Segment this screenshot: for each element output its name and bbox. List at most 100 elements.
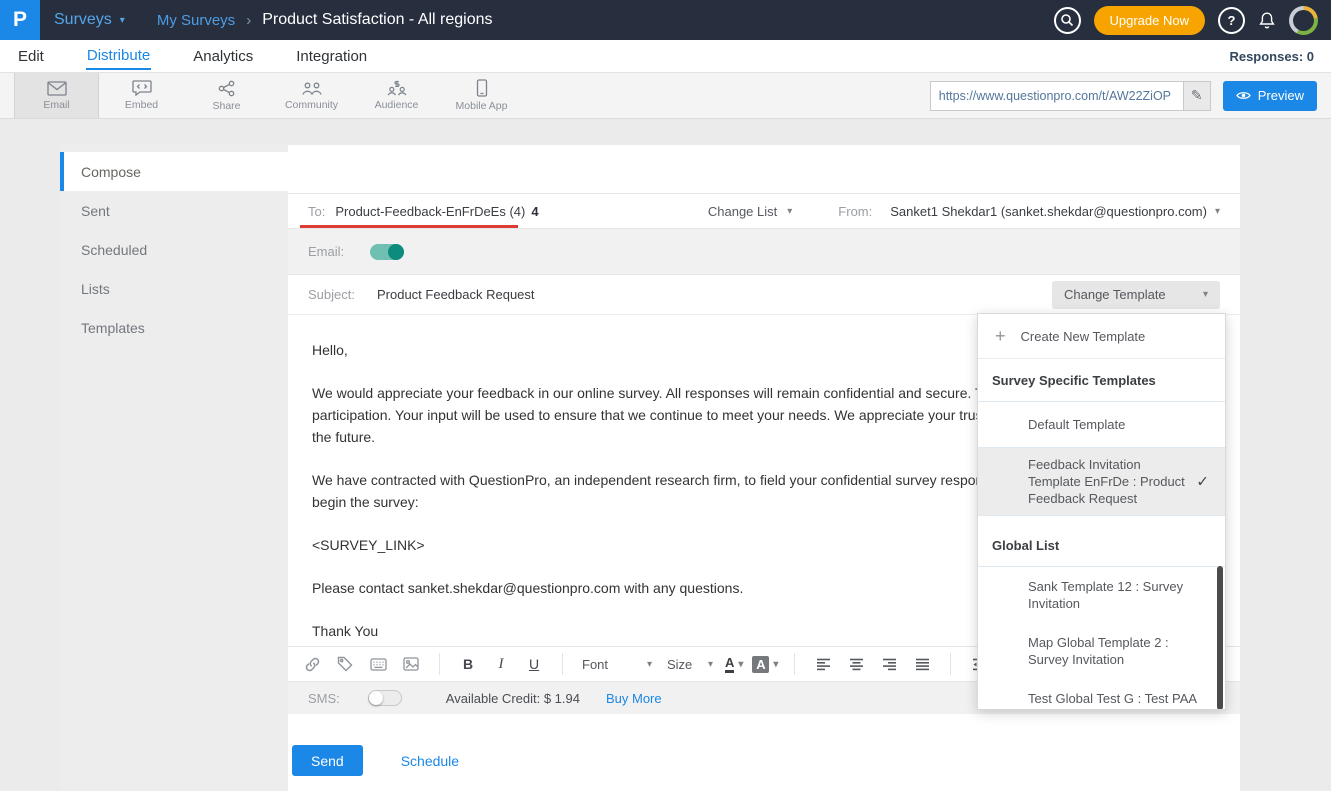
from-label: From: [838, 204, 872, 219]
survey-url-input[interactable] [931, 82, 1183, 110]
bold-button[interactable]: B [456, 651, 480, 677]
distribute-channel-bar: Email Embed Share Community Audience Mob… [0, 73, 1331, 119]
email-toggle[interactable] [370, 244, 404, 260]
channel-community[interactable]: Community [269, 73, 354, 118]
checkmark-icon: ✓ [1196, 473, 1209, 490]
text-color-icon: A [725, 656, 734, 673]
channel-mobile-app[interactable]: Mobile App [439, 73, 524, 118]
align-center-icon [849, 658, 864, 671]
recipients-row-right: Change List ▾ From: Sanket1 Shekdar1 (sa… [708, 204, 1220, 219]
email-label: Email: [308, 244, 344, 259]
channel-email[interactable]: Email [14, 73, 99, 118]
font-family-dropdown[interactable]: Font ▾ [579, 657, 655, 672]
chevron-down-icon: ▾ [787, 206, 792, 217]
template-item-selected[interactable]: Feedback Invitation Template EnFrDe : Pr… [978, 448, 1225, 516]
send-button[interactable]: Send [292, 745, 363, 776]
template-item-global[interactable]: Test Global Test G : Test PAA G [978, 679, 1225, 710]
channel-audience[interactable]: Audience [354, 73, 439, 118]
align-center-button[interactable] [844, 651, 868, 677]
font-size-dropdown[interactable]: Size ▾ [664, 657, 716, 672]
chevron-down-icon: ▾ [120, 15, 125, 26]
change-list-label: Change List [708, 204, 777, 219]
insert-image-button[interactable] [399, 651, 423, 677]
change-template-button[interactable]: Change Template ▾ [1052, 281, 1220, 309]
template-item-global[interactable]: Sank Template 12 : Survey Invitation [978, 567, 1225, 623]
preview-label: Preview [1258, 88, 1304, 103]
survey-link-group: ✎ Preview [930, 73, 1331, 118]
recipient-list-name[interactable]: Product-Feedback-EnFrDeEs (4) [335, 204, 525, 219]
insert-link-button[interactable] [300, 651, 324, 677]
image-icon [403, 657, 419, 671]
email-sidebar: Compose Sent Scheduled Lists Templates [60, 145, 288, 791]
channel-share[interactable]: Share [184, 73, 269, 118]
align-right-button[interactable] [877, 651, 901, 677]
subject-label: Subject: [308, 287, 355, 302]
top-header: P Surveys ▾ My Surveys › Product Satisfa… [0, 0, 1331, 40]
section-global-list: Global List [978, 516, 1225, 567]
sidebar-item-lists[interactable]: Lists [60, 269, 288, 308]
upgrade-now-button[interactable]: Upgrade Now [1094, 6, 1206, 35]
to-underline [300, 225, 518, 228]
breadcrumb-my-surveys[interactable]: My Surveys [157, 12, 235, 29]
change-list-dropdown[interactable]: Change List ▾ [708, 204, 792, 219]
source-code-button[interactable] [366, 651, 390, 677]
align-justify-button[interactable] [910, 651, 934, 677]
sidebar-item-sent[interactable]: Sent [60, 191, 288, 230]
profile-ring-center [1293, 10, 1314, 31]
sidebar-item-compose[interactable]: Compose [60, 152, 288, 191]
schedule-link[interactable]: Schedule [401, 753, 459, 769]
tab-analytics[interactable]: Analytics [192, 43, 254, 69]
sidebar-item-templates[interactable]: Templates [60, 308, 288, 347]
create-new-template-label: Create New Template [1021, 329, 1146, 344]
recipient-count: 4 [531, 204, 538, 219]
product-switcher[interactable]: Surveys ▾ [40, 0, 143, 40]
create-new-template-item[interactable]: + Create New Template [978, 314, 1225, 359]
channel-label: Embed [125, 99, 158, 111]
eye-icon [1236, 90, 1251, 101]
search-button[interactable] [1054, 7, 1081, 34]
selected-template-label: Feedback Invitation Template EnFrDe : Pr… [1028, 457, 1185, 506]
link-icon [304, 656, 321, 673]
notifications-button[interactable] [1258, 11, 1276, 30]
merge-tag-button[interactable] [333, 651, 357, 677]
community-icon [301, 81, 323, 96]
highlight-color-button[interactable]: A ▾ [752, 656, 778, 673]
sidebar-item-scheduled[interactable]: Scheduled [60, 230, 288, 269]
underline-button[interactable]: U [522, 651, 546, 677]
edit-url-button[interactable]: ✎ [1183, 82, 1210, 110]
italic-button[interactable]: I [489, 651, 513, 677]
align-left-icon [816, 658, 831, 671]
chevron-down-icon: ▾ [773, 659, 778, 670]
tab-integration[interactable]: Integration [295, 43, 368, 69]
align-left-button[interactable] [811, 651, 835, 677]
from-dropdown[interactable]: From: Sanket1 Shekdar1 (sanket.shekdar@q… [838, 204, 1220, 219]
template-item-global[interactable]: Map Global Template 2 : Survey Invitatio… [978, 623, 1225, 679]
tag-icon [337, 656, 353, 672]
pencil-icon: ✎ [1191, 87, 1203, 104]
breadcrumb: My Surveys › Product Satisfaction - All … [157, 11, 493, 29]
toolbar-separator [794, 653, 795, 675]
tab-edit[interactable]: Edit [17, 43, 45, 69]
text-color-button[interactable]: A ▾ [725, 656, 743, 673]
channel-embed[interactable]: Embed [99, 73, 184, 118]
profile-button[interactable] [1289, 6, 1318, 35]
preview-button[interactable]: Preview [1223, 81, 1317, 111]
questionpro-logo[interactable]: P [0, 0, 40, 40]
toolbar-separator [439, 653, 440, 675]
from-value: Sanket1 Shekdar1 (sanket.shekdar@questio… [890, 204, 1207, 219]
help-button[interactable]: ? [1218, 7, 1245, 34]
chevron-down-icon: ▾ [647, 659, 652, 670]
sms-toggle[interactable] [368, 690, 402, 706]
chevron-down-icon: ▾ [1203, 289, 1208, 300]
tab-distribute[interactable]: Distribute [86, 42, 151, 70]
subject-value[interactable]: Product Feedback Request [377, 287, 535, 302]
buy-more-link[interactable]: Buy More [606, 691, 662, 706]
subject-row: Subject: Product Feedback Request Change… [288, 275, 1240, 315]
recipients-row: To: Product-Feedback-EnFrDeEs (4) 4 Chan… [288, 193, 1240, 229]
align-right-icon [882, 658, 897, 671]
mobile-app-icon [476, 79, 488, 97]
toolbar-separator [950, 653, 951, 675]
template-item-default[interactable]: Default Template [978, 402, 1225, 448]
channel-label: Audience [375, 99, 419, 111]
menu-scrollbar[interactable] [1217, 566, 1223, 710]
